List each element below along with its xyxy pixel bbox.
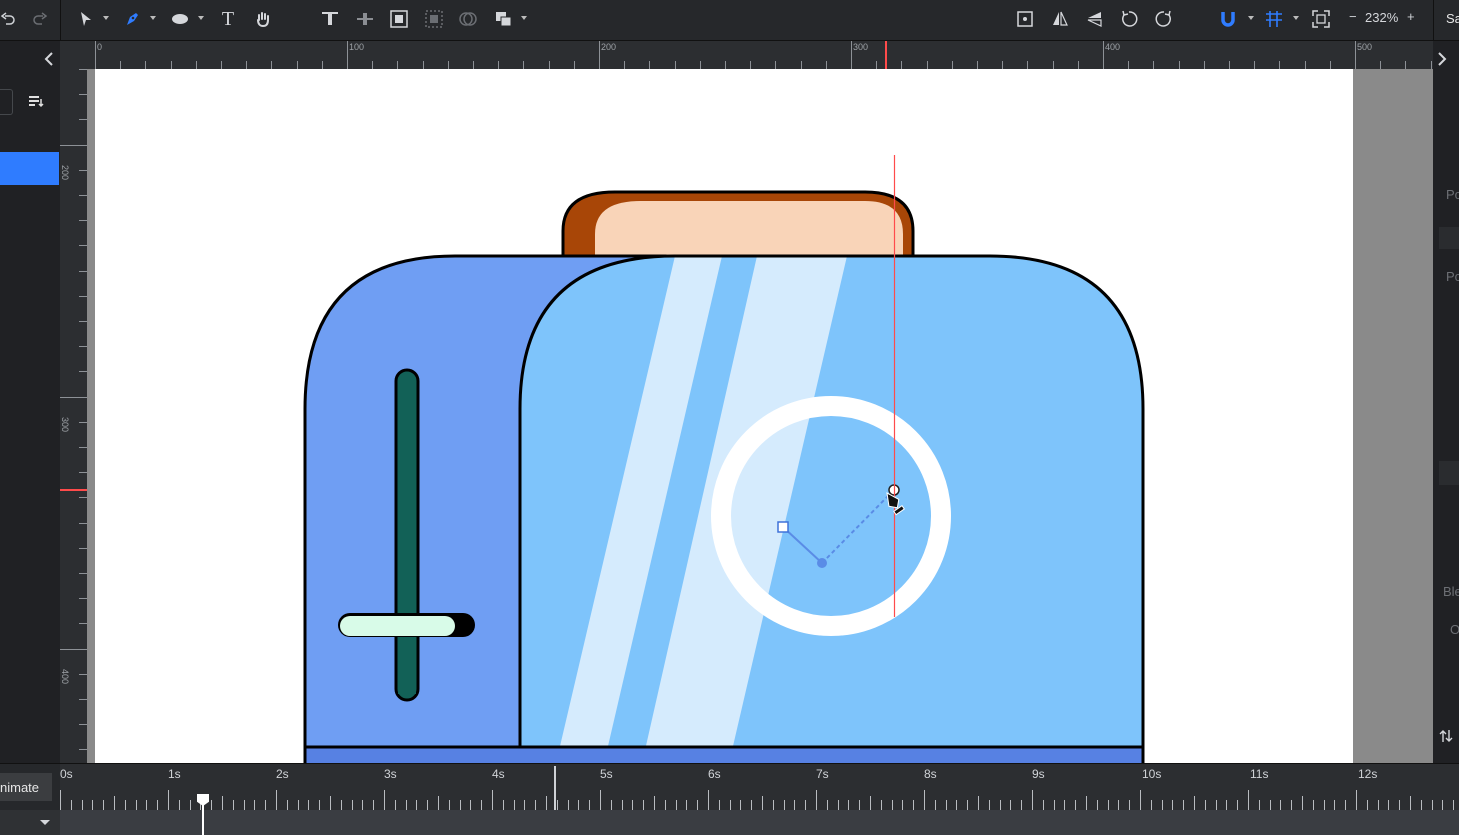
time-label: 2s	[276, 767, 289, 781]
flip-horizontal-icon[interactable]	[1050, 8, 1070, 30]
flip-vertical-icon[interactable]	[1085, 8, 1105, 30]
ruler-ticks	[95, 41, 1432, 69]
sort-layers-icon[interactable]	[28, 94, 44, 113]
collapse-left-icon[interactable]	[44, 52, 54, 71]
chevron-down-icon[interactable]	[40, 820, 50, 825]
chevron-down-icon[interactable]	[521, 16, 527, 20]
magnet-snap-icon[interactable]	[1218, 8, 1238, 30]
timeline-end-marker	[554, 766, 556, 810]
redo-icon[interactable]	[30, 8, 50, 30]
ruler-label: 200	[601, 42, 617, 52]
ruler-label: 200	[60, 165, 70, 181]
property-label: Ble	[1443, 584, 1459, 599]
chevron-down-icon[interactable]	[150, 16, 156, 20]
time-label: 7s	[816, 767, 829, 781]
chevron-down-icon[interactable]	[198, 16, 204, 20]
artboard[interactable]	[95, 69, 1353, 763]
ungroup-icon[interactable]	[424, 8, 444, 30]
group-icon[interactable]	[389, 8, 409, 30]
undo-icon[interactable]	[0, 8, 16, 30]
align-top-icon[interactable]	[320, 8, 340, 30]
ruler-label: 300	[853, 42, 869, 52]
ruler-label: 400	[1105, 42, 1121, 52]
ruler-corner	[60, 41, 95, 69]
property-label: O	[1450, 622, 1459, 637]
timeline-panel	[0, 763, 1459, 835]
ruler-label: 0	[97, 42, 103, 52]
chevron-down-icon[interactable]	[1293, 16, 1299, 20]
search-input[interactable]	[0, 89, 13, 115]
top-toolbar: T − 232% + Sa	[0, 0, 1459, 41]
toolbar-divider	[1433, 0, 1434, 40]
toolbar-divider	[60, 0, 61, 40]
property-field[interactable]	[1439, 227, 1459, 249]
zoom-level[interactable]: 232%	[1365, 10, 1398, 25]
fit-canvas-icon[interactable]	[1311, 8, 1331, 30]
ruler-guide-marker	[885, 41, 887, 69]
time-label: 11s	[1250, 767, 1269, 781]
zoom-in-button[interactable]: +	[1407, 9, 1415, 24]
ellipse-tool-icon[interactable]	[170, 8, 190, 30]
select-arrow-icon[interactable]	[76, 8, 96, 30]
ruler-horizontal: 0 100 200 300 400 500	[95, 41, 1433, 69]
time-label: 6s	[708, 767, 721, 781]
anchor-point[interactable]	[777, 521, 789, 533]
save-button[interactable]: Sa	[1446, 11, 1459, 26]
ruler-label: 100	[349, 42, 365, 52]
property-label: Pc	[1446, 187, 1459, 202]
toaster-base[interactable]	[303, 745, 1145, 763]
chevron-down-icon[interactable]	[103, 16, 109, 20]
time-label: 9s	[1032, 767, 1045, 781]
timeline-track-header	[0, 810, 60, 835]
layer-item-selected[interactable]	[0, 152, 59, 185]
ruler-vertical: 200 300 400	[60, 69, 87, 763]
property-label: Pc	[1446, 269, 1459, 284]
time-label: 4s	[492, 767, 505, 781]
time-label: 8s	[924, 767, 937, 781]
property-field[interactable]	[1439, 461, 1459, 485]
rotate-left-icon[interactable]	[1119, 8, 1139, 30]
layers-panel	[0, 41, 61, 763]
time-label: 0s	[60, 767, 73, 781]
animate-button[interactable]: nimate	[0, 773, 52, 801]
time-label: 5s	[600, 767, 613, 781]
zoom-out-button[interactable]: −	[1349, 9, 1357, 24]
grid-icon[interactable]	[1264, 8, 1284, 30]
toast[interactable]	[595, 201, 903, 259]
timeline-track[interactable]	[60, 810, 1459, 835]
ruler-label: 300	[60, 417, 70, 433]
time-label: 12s	[1358, 767, 1378, 781]
ruler-label: 500	[1357, 42, 1373, 52]
properties-panel: Pc Pc Ble O	[1433, 41, 1459, 763]
swap-icon[interactable]	[1439, 729, 1453, 748]
ruler-label: 400	[60, 669, 70, 685]
time-label: 10s	[1142, 767, 1162, 781]
time-label: 3s	[384, 767, 397, 781]
pen-tool-icon[interactable]	[122, 8, 142, 30]
toaster-illustration[interactable]	[95, 69, 1353, 763]
mask-icon[interactable]	[458, 8, 478, 30]
collapse-right-icon[interactable]	[1437, 52, 1447, 71]
hand-tool-icon[interactable]	[253, 8, 273, 30]
text-tool-icon[interactable]: T	[218, 8, 238, 30]
ruler-guide-marker	[60, 489, 87, 491]
rotate-right-icon[interactable]	[1154, 8, 1174, 30]
align-middle-icon[interactable]	[355, 8, 375, 30]
fit-selection-icon[interactable]	[1015, 8, 1035, 30]
anchor-point[interactable]	[817, 558, 827, 568]
chevron-down-icon[interactable]	[1248, 16, 1254, 20]
arrange-icon[interactable]	[494, 8, 514, 30]
time-label: 1s	[168, 767, 181, 781]
